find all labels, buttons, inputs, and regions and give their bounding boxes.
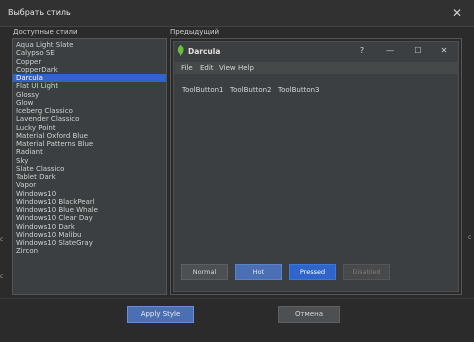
style-list-item[interactable]: Glossy — [13, 91, 166, 99]
normal-button[interactable]: Normal — [181, 264, 228, 280]
edge-glyph: с — [0, 236, 4, 243]
style-list-item[interactable]: Windows10 Clear Day — [13, 214, 166, 222]
help-icon[interactable]: ? — [356, 45, 368, 57]
style-list-item[interactable]: Radiant — [13, 148, 166, 156]
left-edge-glyphs: с с — [0, 230, 4, 280]
style-list-item[interactable]: Vapor — [13, 181, 166, 189]
style-list-item[interactable]: Copper — [13, 58, 166, 66]
style-list-item[interactable]: Windows10 — [13, 190, 166, 198]
style-list[interactable]: Aqua Light Slate Calypso SE Copper CopperDa… — [12, 38, 167, 295]
style-list-item[interactable]: Iceberg Classico — [13, 107, 166, 115]
style-list-item[interactable]: Lucky Point — [13, 124, 166, 132]
preview-label: Предыдущий — [170, 28, 220, 36]
menu-view[interactable]: View — [219, 64, 236, 72]
style-list-item[interactable]: Windows10 BlackPearl — [13, 198, 166, 206]
disabled-button: Disabled — [343, 264, 390, 280]
style-list-item[interactable]: Glow — [13, 99, 166, 107]
menu-edit[interactable]: Edit — [200, 64, 214, 72]
style-list-item[interactable]: Darcula — [13, 74, 166, 83]
tool-button-3[interactable]: ToolButton3 — [278, 86, 320, 94]
style-list-item[interactable]: Sky — [13, 157, 166, 165]
tool-button-1[interactable]: ToolButton1 — [182, 86, 224, 94]
style-list-item[interactable]: Windows10 Malibu — [13, 231, 166, 239]
edge-glyph: с — [0, 273, 4, 280]
style-list-item[interactable]: Tablet Dark — [13, 173, 166, 181]
style-list-item[interactable]: Slate Classico — [13, 165, 166, 173]
minimize-icon[interactable]: — — [384, 45, 396, 57]
style-list-item[interactable]: Zircon — [13, 247, 166, 255]
style-list-item[interactable]: Flat UI Light — [13, 82, 166, 90]
apply-style-button[interactable]: Apply Style — [127, 306, 194, 323]
available-styles-label: Доступные стили — [13, 28, 78, 36]
style-list-item[interactable]: Windows10 Dark — [13, 223, 166, 231]
style-list-item[interactable]: Windows10 Blue Whale — [13, 206, 166, 214]
edge-glyph: с — [468, 234, 472, 241]
cancel-button[interactable]: Отмена — [278, 306, 340, 323]
tool-button-2[interactable]: ToolButton2 — [230, 86, 272, 94]
pressed-button[interactable]: Pressed — [289, 264, 336, 280]
dialog-title: Выбрать стиль — [8, 8, 71, 17]
style-list-item[interactable]: Calypso SE — [13, 49, 166, 57]
style-list-item[interactable]: Lavender Classico — [13, 115, 166, 123]
style-list-item[interactable]: Material Patterns Blue — [13, 140, 166, 148]
preview-window: Darcula ? — ☐ ✕ File Edit View Help Tool… — [173, 41, 459, 292]
menu-file[interactable]: File — [181, 64, 193, 72]
close-icon[interactable]: ✕ — [448, 4, 466, 22]
style-list-item[interactable]: Material Oxford Blue — [13, 132, 166, 140]
maximize-icon[interactable]: ☐ — [412, 45, 424, 57]
menu-help[interactable]: Help — [238, 64, 254, 72]
style-list-item[interactable]: Windows10 SlateGray — [13, 239, 166, 247]
footer-divider — [0, 298, 474, 299]
right-edge-glyphs: с — [468, 230, 474, 270]
preview-window-title: Darcula — [188, 47, 221, 56]
hot-button[interactable]: Hot — [235, 264, 282, 280]
style-list-item[interactable]: Aqua Light Slate — [13, 41, 166, 49]
style-list-item[interactable]: CopperDark — [13, 66, 166, 74]
preview-close-icon[interactable]: ✕ — [438, 45, 450, 57]
preview-menubar: File Edit View Help — [175, 62, 459, 74]
preview-titlebar: Darcula ? — ☐ ✕ — [174, 42, 458, 60]
leaf-logo-icon — [177, 45, 184, 56]
dialog-titlebar: Выбрать стиль ✕ — [0, 0, 474, 27]
